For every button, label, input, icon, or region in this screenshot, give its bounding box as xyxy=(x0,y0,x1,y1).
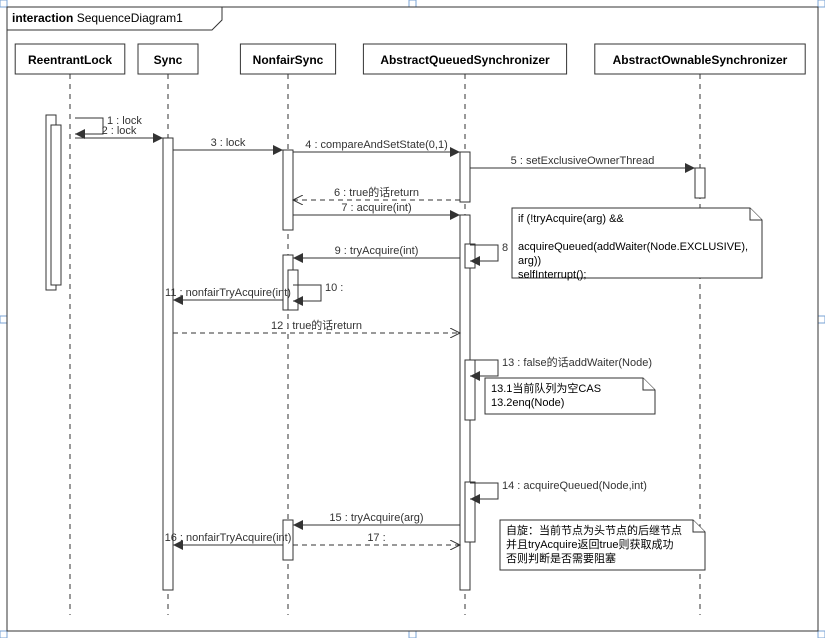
note-line: selfInterrupt(); xyxy=(518,269,586,281)
message-label: 11 : nonfairTryAcquire(int) xyxy=(165,287,291,299)
message-label: 10 : xyxy=(325,282,343,294)
message-label: 9 : tryAcquire(int) xyxy=(335,245,419,257)
handle xyxy=(818,631,825,638)
message-label: 3 : lock xyxy=(211,137,246,149)
note-line: 13.2enq(Node) xyxy=(491,397,564,409)
note-line: 并且tryAcquire返回true则获取成功 xyxy=(506,537,673,551)
message-label: 5 : setExclusiveOwnerThread xyxy=(511,155,655,167)
message-label: 15 : tryAcquire(arg) xyxy=(329,512,423,524)
sequence-diagram: interaction SequenceDiagram1 ReentrantLo… xyxy=(0,0,825,638)
message-label: 6 : true的话return xyxy=(334,185,419,199)
lifeline-label: Sync xyxy=(154,53,183,67)
note-line: arg)) xyxy=(518,255,541,267)
message-label: 7 : acquire(int) xyxy=(341,202,411,214)
lifeline-label: ReentrantLock xyxy=(28,53,112,67)
message-self xyxy=(75,118,103,134)
handle xyxy=(818,316,825,323)
note-fold xyxy=(693,520,705,532)
handle xyxy=(818,0,825,7)
message-label: 12 : true的话return xyxy=(271,318,362,332)
message-label: 13 : false的话addWaiter(Node) xyxy=(502,355,652,369)
lifeline-label: AbstractOwnableSynchronizer xyxy=(613,53,788,67)
message-label: 2 : lock xyxy=(102,125,137,137)
note-line: 否则判断是否需要阻塞 xyxy=(506,551,616,565)
handle xyxy=(0,0,7,7)
handle xyxy=(0,631,7,638)
note-line: acquireQueued(addWaiter(Node.EXCLUSIVE), xyxy=(518,241,748,253)
note-line: 13.1当前队列为空CAS xyxy=(491,381,601,395)
message-label: 14 : acquireQueued(Node,int) xyxy=(502,480,647,492)
frame-title-name: SequenceDiagram1 xyxy=(77,11,183,25)
note-line: 自旋：当前节点为头节点的后继节点 xyxy=(506,523,682,537)
handle xyxy=(409,631,416,638)
handle xyxy=(409,0,416,7)
handle xyxy=(0,316,7,323)
message-label: 17 : xyxy=(367,532,385,544)
note-fold xyxy=(643,378,655,390)
notes: if (!tryAcquire(arg) && acquireQueued(add… xyxy=(485,208,762,570)
lifeline-label: AbstractQueuedSynchronizer xyxy=(380,53,550,67)
note-line: if (!tryAcquire(arg) && xyxy=(518,213,624,225)
message-label: 16 : nonfairTryAcquire(int) xyxy=(165,532,292,544)
frame-title-prefix: interaction xyxy=(12,11,73,25)
lifeline-label: NonfairSync xyxy=(253,53,324,67)
message-label: 4 : compareAndSetState(0,1) xyxy=(305,139,447,151)
frame-title: interaction SequenceDiagram1 xyxy=(12,11,183,25)
